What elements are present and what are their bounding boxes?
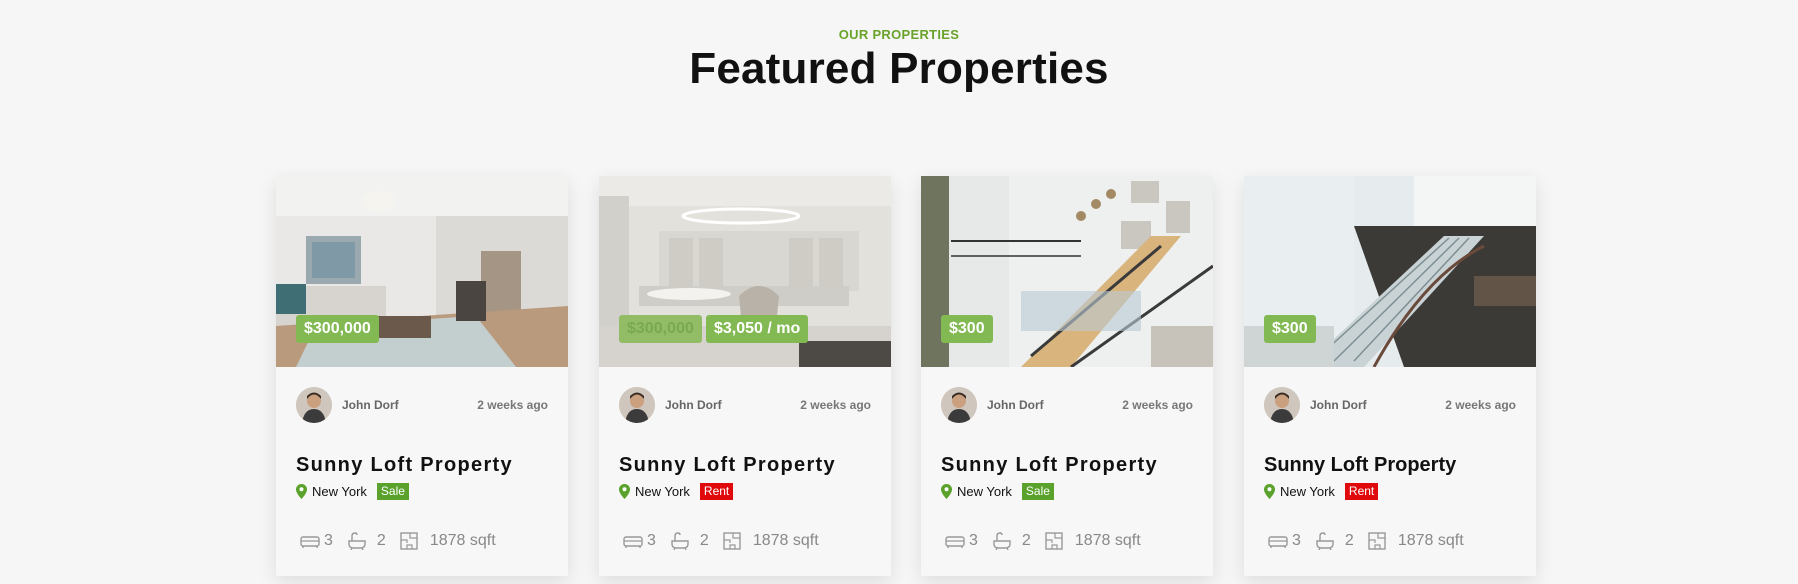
status-badge: Sale [1021, 482, 1054, 500]
author-name[interactable]: John Dorf [665, 398, 722, 412]
property-features: 3 2 1878 sqft [623, 532, 819, 550]
area-value: 1878 sqft [752, 532, 819, 549]
section-eyebrow: OUR PROPERTIES [838, 27, 960, 42]
property-image[interactable]: $300 [1244, 176, 1536, 367]
status-badge: Rent [699, 482, 734, 500]
floorplan-icon [1045, 532, 1063, 550]
baths-count: 2 [699, 532, 709, 549]
price-tag-previous: $300,000 [619, 315, 702, 343]
baths-count: 2 [1021, 532, 1031, 549]
bathtub-icon [993, 532, 1011, 550]
area-feature: 1878 sqft [400, 532, 496, 550]
posted-time: 2 weeks ago [800, 398, 871, 412]
baths-feature: 2 [670, 532, 709, 550]
avatar[interactable] [619, 387, 655, 423]
price-tag: $300 [941, 315, 993, 343]
property-features: 3 2 1878 sqft [300, 532, 496, 550]
property-title[interactable]: Sunny Loft Property [296, 454, 513, 477]
map-pin-icon [296, 483, 307, 499]
floorplan-icon [400, 532, 418, 550]
area-value: 1878 sqft [1074, 532, 1141, 549]
author-name[interactable]: John Dorf [987, 398, 1044, 412]
property-image[interactable]: $300,000 $3,050 / mo [599, 176, 891, 367]
posted-time: 2 weeks ago [1445, 398, 1516, 412]
bed-icon [1268, 536, 1288, 548]
status-badge: Rent [1344, 482, 1379, 500]
bed-icon [623, 536, 643, 548]
property-features: 3 2 1878 sqft [1268, 532, 1464, 550]
map-pin-icon [619, 483, 630, 499]
price-tag: $300 [1264, 315, 1316, 343]
area-value: 1878 sqft [429, 532, 496, 549]
bathtub-icon [1316, 532, 1334, 550]
beds-count: 3 [969, 532, 978, 549]
section-title: Featured Properties [689, 44, 1109, 93]
property-card[interactable]: $300,000 $3,050 / mo John Dorf 2 weeks a… [599, 176, 891, 576]
city-label: New York [1280, 483, 1335, 499]
area-feature: 1878 sqft [1045, 532, 1141, 550]
bed-icon [945, 536, 965, 548]
property-location: New York Rent [1264, 481, 1379, 501]
card-meta: John Dorf 2 weeks ago [619, 387, 871, 423]
property-title[interactable]: Sunny Loft Property [619, 454, 836, 477]
property-card[interactable]: $300 John Dorf 2 weeks ago Sunny Loft Pr… [1244, 176, 1536, 576]
city-label: New York [635, 483, 690, 499]
beds-count: 3 [647, 532, 656, 549]
area-value: 1878 sqft [1397, 532, 1464, 549]
status-badge: Sale [376, 482, 409, 500]
floorplan-icon [723, 532, 741, 550]
author-name[interactable]: John Dorf [342, 398, 399, 412]
baths-count: 2 [1344, 532, 1354, 549]
property-title[interactable]: Sunny Loft Property [1264, 454, 1456, 477]
card-meta: John Dorf 2 weeks ago [941, 387, 1193, 423]
property-card[interactable]: $300,000 John Dorf 2 weeks ago Sunny Lof… [276, 176, 568, 576]
property-location: New York Rent [619, 481, 734, 501]
baths-feature: 2 [992, 532, 1031, 550]
baths-count: 2 [376, 532, 386, 549]
bed-icon [300, 536, 320, 548]
card-meta: John Dorf 2 weeks ago [296, 387, 548, 423]
property-location: New York Sale [941, 481, 1054, 501]
property-image[interactable]: $300,000 [276, 176, 568, 367]
baths-feature: 2 [1315, 532, 1354, 550]
map-pin-icon [1264, 483, 1275, 499]
city-label: New York [957, 483, 1012, 499]
property-location: New York Sale [296, 481, 409, 501]
avatar[interactable] [296, 387, 332, 423]
floorplan-icon [1368, 532, 1386, 550]
beds-feature: 3 [623, 532, 656, 550]
price-tag: $300,000 [296, 315, 379, 343]
baths-feature: 2 [347, 532, 386, 550]
bathtub-icon [348, 532, 366, 550]
avatar[interactable] [941, 387, 977, 423]
avatar[interactable] [1264, 387, 1300, 423]
beds-feature: 3 [1268, 532, 1301, 550]
property-title[interactable]: Sunny Loft Property [941, 454, 1158, 477]
area-feature: 1878 sqft [723, 532, 819, 550]
beds-feature: 3 [945, 532, 978, 550]
author-name[interactable]: John Dorf [1310, 398, 1367, 412]
beds-count: 3 [324, 532, 333, 549]
property-card[interactable]: $300 John Dorf 2 weeks ago Sunny Loft Pr… [921, 176, 1213, 576]
beds-feature: 3 [300, 532, 333, 550]
beds-count: 3 [1292, 532, 1301, 549]
area-feature: 1878 sqft [1368, 532, 1464, 550]
property-features: 3 2 1878 sqft [945, 532, 1141, 550]
price-tag: $3,050 / mo [706, 315, 809, 343]
city-label: New York [312, 483, 367, 499]
map-pin-icon [941, 483, 952, 499]
posted-time: 2 weeks ago [1122, 398, 1193, 412]
posted-time: 2 weeks ago [477, 398, 548, 412]
card-meta: John Dorf 2 weeks ago [1264, 387, 1516, 423]
property-image[interactable]: $300 [921, 176, 1213, 367]
bathtub-icon [671, 532, 689, 550]
